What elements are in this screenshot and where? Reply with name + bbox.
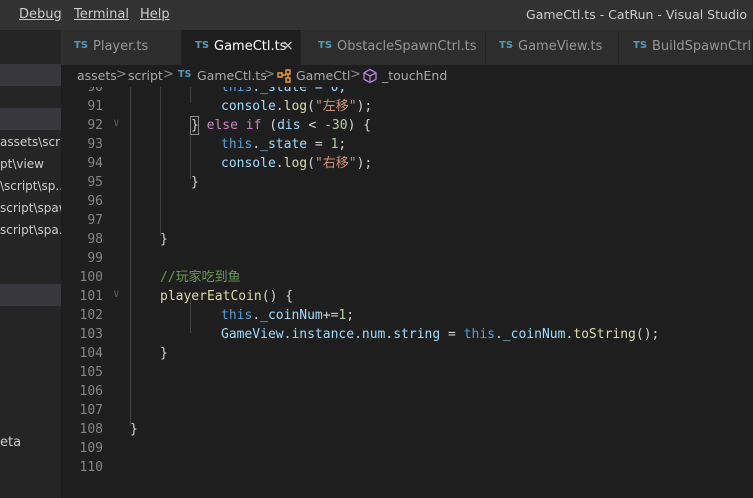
sidebar-item[interactable]: assets\scrip... bbox=[0, 135, 61, 149]
line-number: 90 bbox=[87, 87, 103, 95]
code-line: } else if (dis < -30) { bbox=[191, 118, 372, 133]
chevron-right-icon: > bbox=[350, 67, 361, 82]
tab-player[interactable]: TS Player.ts bbox=[61, 30, 182, 65]
tab-label: GameView.ts bbox=[518, 39, 603, 54]
code-line: this._state = 0; bbox=[221, 87, 347, 95]
breadcrumb-folder-script[interactable]: script bbox=[128, 68, 163, 83]
typescript-file-icon: TS bbox=[633, 40, 648, 51]
code-line: } bbox=[191, 175, 199, 190]
line-number: 107 bbox=[79, 403, 103, 418]
code-line: console.log("左移"); bbox=[221, 99, 373, 114]
sidebar-section-header[interactable] bbox=[0, 64, 61, 86]
tab-obstaclespawnctrl[interactable]: TS ObstacleSpawnCtrl.ts bbox=[301, 30, 486, 65]
tab-label: ObstacleSpawnCtrl.ts bbox=[337, 39, 477, 54]
code-comment: //玩家吃到鱼 bbox=[160, 270, 241, 285]
code-line: this._state = 1; bbox=[221, 137, 347, 152]
sidebar-item[interactable]: eta bbox=[0, 435, 61, 450]
chevron-down-icon[interactable]: ∨ bbox=[113, 116, 120, 129]
breadcrumb-file[interactable]: GameCtl.ts bbox=[197, 68, 267, 83]
menu-help[interactable]: Help bbox=[140, 7, 170, 22]
breadcrumb-class[interactable]: GameCtl bbox=[296, 68, 350, 83]
line-number: 95 bbox=[87, 175, 103, 190]
line-number: 97 bbox=[87, 213, 103, 228]
line-number: 101 bbox=[79, 289, 103, 304]
line-number: 99 bbox=[87, 251, 103, 266]
window-title: GameCtl.ts - CatRun - Visual Studio bbox=[526, 7, 747, 22]
sidebar-item[interactable]: script\spawn bbox=[0, 201, 61, 215]
method-icon bbox=[362, 68, 378, 87]
line-number: 96 bbox=[87, 194, 103, 209]
class-icon bbox=[276, 68, 292, 87]
line-number: 94 bbox=[87, 156, 103, 171]
typescript-file-icon: TS bbox=[499, 40, 514, 51]
breadcrumb: assets > script > TS GameCtl.ts > GameCt… bbox=[61, 65, 753, 87]
breadcrumb-method[interactable]: _touchEnd bbox=[382, 68, 447, 83]
line-number: 102 bbox=[79, 308, 103, 323]
code-line: console.log("右移"); bbox=[221, 156, 373, 171]
breadcrumb-folder-assets[interactable]: assets bbox=[77, 68, 117, 83]
tab-label: BuildSpawnCtrl.ts bbox=[652, 39, 752, 54]
line-number: 91 bbox=[87, 99, 103, 114]
close-icon[interactable]: × bbox=[282, 38, 294, 54]
sidebar-item[interactable]: script\spa... bbox=[0, 223, 61, 237]
line-number: 92 bbox=[87, 118, 103, 133]
line-number: 93 bbox=[87, 137, 103, 152]
chevron-right-icon: > bbox=[163, 67, 174, 82]
code-line: this._coinNum+=1; bbox=[221, 308, 355, 323]
typescript-file-icon: TS bbox=[178, 69, 192, 80]
line-number: 104 bbox=[79, 346, 103, 361]
code-line: } bbox=[160, 346, 168, 361]
line-number: 105 bbox=[79, 365, 103, 380]
tab-label: GameCtl.ts bbox=[214, 39, 287, 54]
line-number: 110 bbox=[79, 460, 103, 475]
chevron-right-icon: > bbox=[116, 67, 127, 82]
indent-guide bbox=[130, 87, 131, 426]
explorer-sidebar: assets\scrip... pt\view \script\sp... sc… bbox=[0, 30, 61, 498]
code-line: } bbox=[160, 232, 168, 247]
menu-debug[interactable]: Debug bbox=[19, 7, 62, 22]
title-bar: Debug Terminal Help GameCtl.ts - CatRun … bbox=[0, 0, 753, 30]
sidebar-item[interactable]: \script\sp... bbox=[0, 179, 61, 193]
menu-terminal[interactable]: Terminal bbox=[74, 7, 129, 22]
line-number: 106 bbox=[79, 384, 103, 399]
sidebar-section-header[interactable] bbox=[0, 284, 61, 306]
code-editor[interactable]: ∨ ∨ 90 91 92 93 94 95 96 97 98 99 100 10… bbox=[61, 87, 753, 498]
line-number: 109 bbox=[79, 441, 103, 456]
indent-guide bbox=[160, 87, 161, 236]
tab-buildspawnctrl[interactable]: TS BuildSpawnCtrl.ts bbox=[619, 30, 753, 65]
tab-gameview[interactable]: TS GameView.ts bbox=[486, 30, 619, 65]
tab-label: Player.ts bbox=[93, 39, 149, 54]
chevron-down-icon[interactable]: ∨ bbox=[113, 287, 120, 300]
sidebar-section-header[interactable] bbox=[0, 108, 61, 130]
indent-guide bbox=[190, 87, 191, 103]
sidebar-item[interactable]: pt\view bbox=[0, 157, 61, 171]
chevron-right-icon: > bbox=[264, 67, 275, 82]
line-number: 98 bbox=[87, 232, 103, 247]
code-line: } bbox=[130, 422, 138, 437]
tab-gamectl[interactable]: TS GameCtl.ts × bbox=[182, 30, 301, 65]
typescript-file-icon: TS bbox=[74, 40, 89, 51]
typescript-file-icon: TS bbox=[318, 40, 333, 51]
code-line: playerEatCoin() { bbox=[160, 289, 294, 304]
line-number: 108 bbox=[79, 422, 103, 437]
line-number: 103 bbox=[79, 327, 103, 342]
typescript-file-icon: TS bbox=[195, 40, 210, 51]
code-line: GameView.instance.num.string = this._coi… bbox=[221, 327, 660, 342]
line-number: 100 bbox=[79, 270, 103, 285]
editor-tabs: TS Player.ts TS GameCtl.ts × TS Obstacle… bbox=[61, 30, 753, 65]
